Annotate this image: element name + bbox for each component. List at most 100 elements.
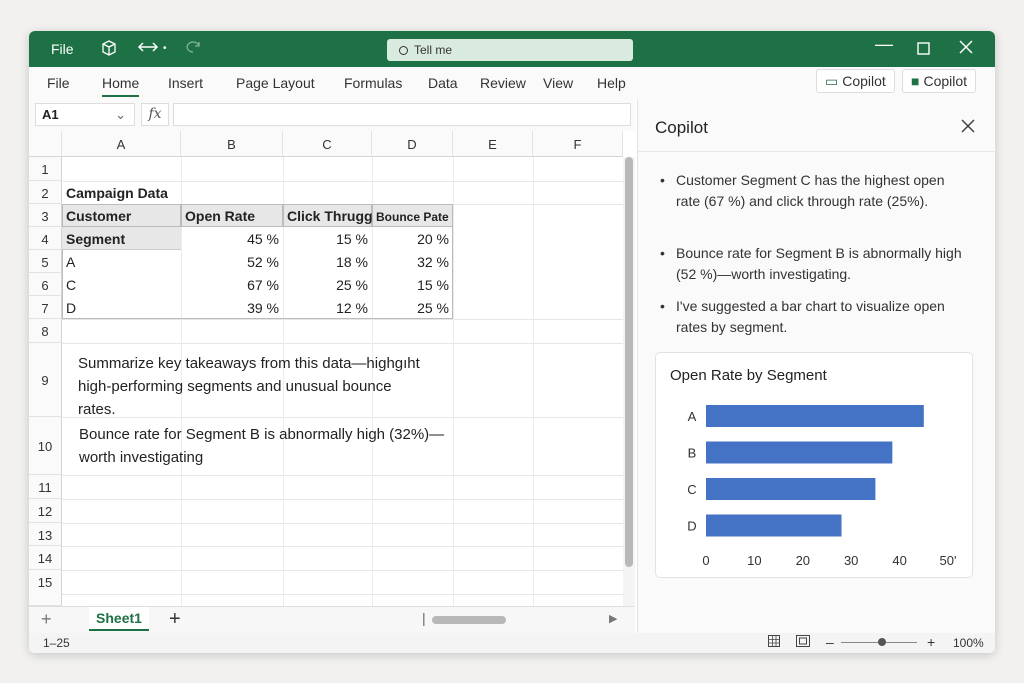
table-cell-segment[interactable]: D bbox=[66, 300, 76, 316]
x-tick-label: 10 bbox=[747, 553, 761, 568]
chart-card[interactable]: Open Rate by Segment A B C D 0 10 20 30 40 50' bbox=[655, 352, 973, 578]
row-header-3[interactable]: 3 bbox=[29, 204, 62, 227]
sheet-title-cell[interactable]: Campaign Data bbox=[66, 185, 168, 201]
copilot-button-label-2: Copilot bbox=[923, 73, 968, 89]
tab-data[interactable]: Data bbox=[428, 75, 458, 91]
table-cell-open-rate[interactable]: 39 % bbox=[181, 300, 283, 316]
row-header-9[interactable]: 9 bbox=[29, 343, 62, 417]
insert-function-button[interactable]: fx bbox=[141, 103, 169, 126]
table-cell-open-rate[interactable]: 45 % bbox=[181, 231, 283, 247]
zoom-slider-handle[interactable] bbox=[878, 638, 886, 646]
tab-insert[interactable]: Insert bbox=[168, 75, 203, 91]
header-bounce-rate[interactable]: Bounce Pate bbox=[372, 204, 453, 227]
row-header-2[interactable]: 2 bbox=[29, 181, 62, 204]
table-cell-bounce-rate[interactable]: 25 % bbox=[372, 300, 453, 316]
copilot-button-filled[interactable]: ■ Copilot bbox=[902, 69, 977, 93]
gridline bbox=[453, 157, 454, 606]
header-click-through[interactable]: Click Thrugg bbox=[283, 204, 373, 227]
cube-icon[interactable] bbox=[101, 40, 117, 59]
tab-page-layout[interactable]: Page Layout bbox=[236, 75, 315, 91]
column-header-b[interactable]: B bbox=[181, 131, 283, 157]
chevron-down-icon[interactable]: ⌄ bbox=[115, 107, 126, 123]
row-header-4[interactable]: 4 bbox=[29, 227, 62, 250]
prompt-cell[interactable]: Summarize key takeaways from this data—h… bbox=[78, 352, 420, 421]
row-header-13[interactable]: 13 bbox=[29, 523, 62, 546]
name-box[interactable]: A1 ⌄ bbox=[35, 103, 135, 126]
scroll-divider-icon[interactable]: | bbox=[422, 610, 426, 626]
page-layout-view-icon[interactable] bbox=[796, 635, 810, 650]
column-header-d[interactable]: D bbox=[372, 131, 453, 157]
vertical-scrollbar[interactable] bbox=[623, 157, 635, 606]
row-header-14[interactable]: 14 bbox=[29, 546, 62, 570]
table-cell-segment[interactable]: C bbox=[66, 277, 76, 293]
category-label: D bbox=[687, 519, 696, 534]
row-header-6[interactable]: 6 bbox=[29, 273, 62, 296]
table-cell-open-rate[interactable]: 52 % bbox=[181, 254, 283, 270]
horizontal-scroll-thumb[interactable] bbox=[432, 616, 506, 624]
column-header-f[interactable]: F bbox=[533, 131, 623, 157]
zoom-in-icon[interactable]: + bbox=[927, 634, 935, 650]
redo-icon[interactable] bbox=[185, 40, 201, 57]
table-cell-open-rate[interactable]: 67 % bbox=[181, 277, 283, 293]
bar[interactable] bbox=[706, 405, 924, 427]
response-cell[interactable]: Bounce rate for Segment B is abnormally … bbox=[79, 423, 444, 469]
table-cell-bounce-rate[interactable]: 15 % bbox=[372, 277, 453, 293]
scroll-right-icon[interactable]: ▶ bbox=[609, 612, 617, 625]
chat-outline-icon: ▭ bbox=[825, 73, 839, 89]
category-label: C bbox=[687, 482, 696, 497]
bar[interactable] bbox=[706, 478, 876, 500]
close-icon[interactable] bbox=[959, 38, 973, 59]
table-cell-click-rate[interactable]: 12 % bbox=[283, 300, 372, 316]
tab-home[interactable]: Home bbox=[102, 75, 140, 97]
row-header-7[interactable]: 7 bbox=[29, 296, 62, 319]
row-header-15[interactable]: 15 bbox=[29, 570, 62, 606]
bar[interactable] bbox=[706, 514, 842, 537]
copilot-bullet: I've suggested a bar chart to visualize … bbox=[660, 296, 970, 338]
more-dot-icon[interactable]: • bbox=[163, 43, 167, 54]
zoom-level[interactable]: 100% bbox=[953, 636, 984, 650]
copilot-button-label: Copilot bbox=[842, 73, 886, 89]
subheader-segment[interactable]: Segment bbox=[66, 231, 125, 247]
row-header-10[interactable]: 10 bbox=[29, 417, 62, 475]
tell-me-search[interactable]: Tell me bbox=[387, 39, 633, 61]
row-header-5[interactable]: 5 bbox=[29, 250, 62, 273]
row-header-1[interactable]: 1 bbox=[29, 157, 62, 181]
row-header-8[interactable]: 8 bbox=[29, 319, 62, 343]
column-header-e[interactable]: E bbox=[453, 131, 533, 157]
table-cell-bounce-rate[interactable]: 32 % bbox=[372, 254, 453, 270]
select-all-corner[interactable] bbox=[29, 131, 62, 157]
zoom-out-icon[interactable]: – bbox=[826, 634, 834, 650]
minimize-icon[interactable]: — bbox=[875, 34, 893, 55]
add-sheet-icon[interactable]: + bbox=[169, 608, 181, 631]
tab-view[interactable]: View bbox=[543, 75, 573, 91]
normal-view-icon[interactable] bbox=[768, 635, 780, 650]
table-cell-click-rate[interactable]: 25 % bbox=[283, 277, 372, 293]
tab-file[interactable]: File bbox=[47, 75, 70, 91]
header-open-rate[interactable]: Open Rate bbox=[181, 204, 283, 227]
tab-help[interactable]: Help bbox=[597, 75, 626, 91]
vertical-scroll-thumb[interactable] bbox=[625, 157, 633, 567]
copilot-pane: Copilot Customer Segment C has the highe… bbox=[637, 99, 995, 633]
table-cell-segment[interactable]: A bbox=[66, 254, 75, 270]
column-header-a[interactable]: A bbox=[62, 131, 181, 157]
tab-formulas[interactable]: Formulas bbox=[344, 75, 402, 91]
row-header-12[interactable]: 12 bbox=[29, 499, 62, 523]
maximize-icon[interactable] bbox=[917, 39, 930, 60]
header-customer[interactable]: Customer bbox=[62, 204, 181, 227]
tab-review[interactable]: Review bbox=[480, 75, 526, 91]
close-icon[interactable] bbox=[961, 113, 975, 139]
sheet-tab-sheet1[interactable]: Sheet1 bbox=[89, 607, 149, 631]
title-file-menu[interactable]: File bbox=[51, 41, 74, 57]
table-cell-click-rate[interactable]: 18 % bbox=[283, 254, 372, 270]
row-header-11[interactable]: 11 bbox=[29, 475, 62, 499]
swap-arrows-icon[interactable] bbox=[137, 40, 159, 57]
column-header-c[interactable]: C bbox=[283, 131, 372, 157]
copilot-button-outline[interactable]: ▭ Copilot bbox=[816, 69, 895, 93]
add-sheet-left-icon[interactable]: + bbox=[41, 609, 52, 630]
table-cell-click-rate[interactable]: 15 % bbox=[283, 231, 372, 247]
x-tick-label: 20 bbox=[796, 553, 810, 568]
prompt-line: rates. bbox=[78, 401, 116, 418]
formula-input[interactable] bbox=[173, 103, 631, 126]
table-cell-bounce-rate[interactable]: 20 % bbox=[372, 231, 453, 247]
bar[interactable] bbox=[706, 441, 893, 464]
